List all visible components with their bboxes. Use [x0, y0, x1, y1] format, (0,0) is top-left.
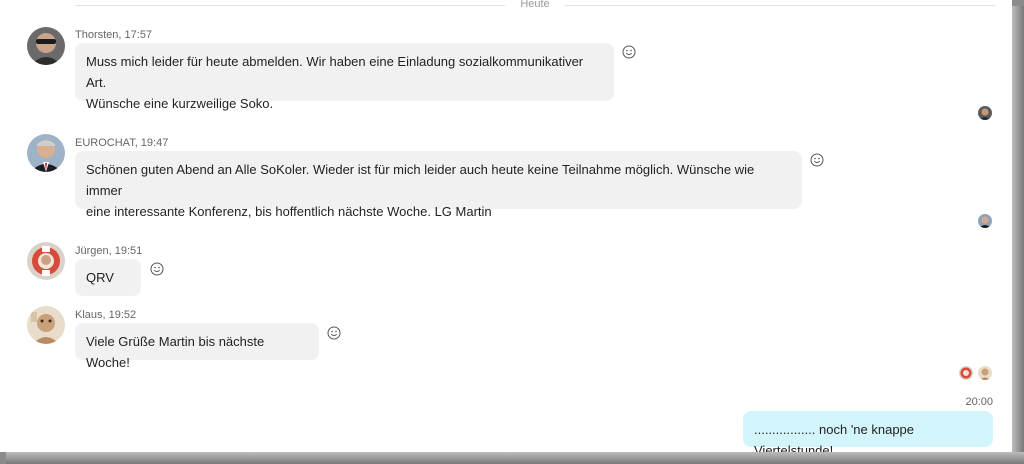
- smiley-icon[interactable]: [327, 326, 341, 340]
- chat-frame: Heute Thorsten, 17:57 Muss mich leider f…: [0, 0, 1012, 452]
- frame-shadow-bottom: [6, 452, 1024, 464]
- read-receipt-avatar: [978, 106, 992, 120]
- avatar-thorsten[interactable]: [27, 27, 65, 65]
- smiley-icon[interactable]: [150, 262, 164, 276]
- message-text-line: QRV: [86, 270, 114, 285]
- message-text-line: eine interessante Konferenz, bis hoffent…: [86, 204, 492, 219]
- message-text-line: Wünsche eine kurzweilige Soko.: [86, 96, 274, 111]
- day-separator-label: Heute: [520, 0, 550, 10]
- message-text-line: Schönen guten Abend an Alle SoKoler. Wie…: [86, 162, 755, 198]
- own-message-bubble[interactable]: ................. noch 'ne knappe Vierte…: [743, 411, 993, 452]
- day-separator: Heute: [0, 0, 1012, 12]
- message-text-line: ................. noch 'ne knappe Vierte…: [754, 422, 915, 452]
- read-receipt-avatar: [978, 214, 992, 228]
- message-text-line: Viele Grüße Martin bis nächste Woche!: [86, 334, 265, 370]
- avatar-juergen[interactable]: [27, 242, 65, 280]
- message-meta: Klaus, 19:52: [75, 309, 137, 321]
- message-text-line: Muss mich leider für heute abmelden. Wir…: [86, 54, 584, 90]
- message-bubble[interactable]: Viele Grüße Martin bis nächste Woche!: [75, 323, 319, 370]
- message-meta: Jürgen, 19:51: [75, 245, 143, 257]
- message-meta: EUROCHAT, 19:47: [75, 137, 169, 149]
- read-receipt-avatar: [978, 366, 992, 380]
- own-message-time: 20:00: [965, 396, 993, 408]
- avatar-eurochat[interactable]: [27, 134, 65, 172]
- message-bubble[interactable]: QRV: [75, 259, 141, 296]
- message-bubble[interactable]: Schönen guten Abend an Alle SoKoler. Wie…: [75, 151, 802, 219]
- message-meta: Thorsten, 17:57: [75, 29, 153, 41]
- frame-shadow-right: [1012, 6, 1024, 464]
- smiley-icon[interactable]: [810, 153, 824, 167]
- read-receipt-avatar: [959, 366, 973, 380]
- message-bubble[interactable]: Muss mich leider für heute abmelden. Wir…: [75, 43, 614, 111]
- avatar-klaus[interactable]: [27, 306, 65, 344]
- smiley-icon[interactable]: [622, 45, 636, 59]
